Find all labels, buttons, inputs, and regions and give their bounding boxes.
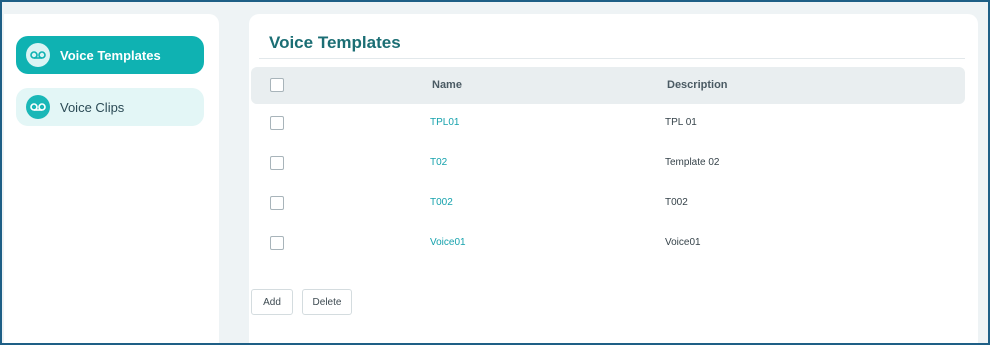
template-description: T002 [665,197,688,208]
row-checkbox[interactable] [270,236,284,250]
select-all-checkbox[interactable] [270,78,284,92]
template-description: Template 02 [665,157,720,168]
template-name-link[interactable]: TPL01 [430,117,459,128]
voicemail-icon [26,43,50,67]
page-title: Voice Templates [269,33,401,52]
table-row: Voice01 Voice01 [251,223,965,263]
template-description: Voice01 [665,237,701,248]
sidebar-item-voice-clips[interactable]: Voice Clips [16,88,204,126]
sidebar-item-voice-templates[interactable]: Voice Templates [16,36,204,74]
table-header: Name Description [251,67,965,104]
column-header-name[interactable]: Name [432,79,462,91]
sidebar-item-label: Voice Templates [60,47,161,63]
sidebar-item-label: Voice Clips [60,99,125,115]
title-divider [259,58,965,59]
template-name-link[interactable]: T002 [430,197,453,208]
table-row: T002 T002 [251,183,965,223]
template-description: TPL 01 [665,117,697,128]
row-checkbox[interactable] [270,196,284,210]
delete-button[interactable]: Delete [302,289,352,315]
row-checkbox[interactable] [270,156,284,170]
column-header-description[interactable]: Description [667,79,728,91]
template-name-link[interactable]: T02 [430,157,447,168]
template-name-link[interactable]: Voice01 [430,237,466,248]
add-button[interactable]: Add [251,289,293,315]
row-checkbox[interactable] [270,116,284,130]
table-row: TPL01 TPL 01 [251,103,965,143]
voicemail-icon [26,95,50,119]
main-panel: Voice Templates Name Description TPL01 T… [249,14,978,343]
table-row: T02 Template 02 [251,143,965,183]
app-frame: Voice Templates Voice Clips Voice Templa… [0,0,990,345]
sidebar: Voice Templates Voice Clips [4,14,219,343]
